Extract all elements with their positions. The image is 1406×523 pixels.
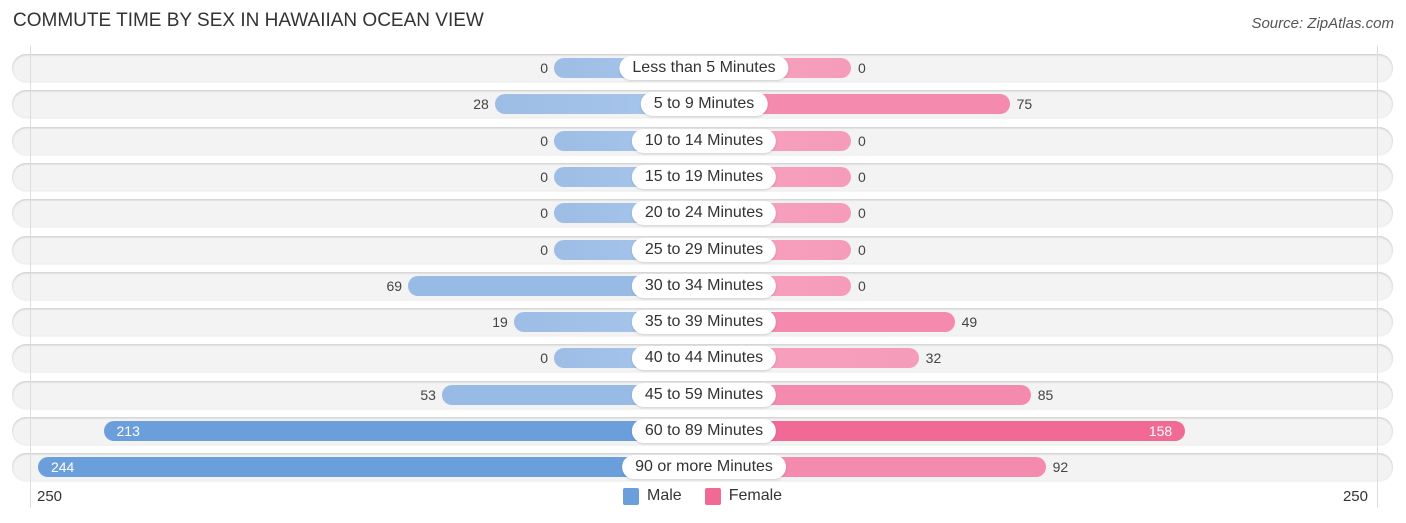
legend-label-male: Male <box>647 487 682 504</box>
bar-male <box>103 421 704 441</box>
legend-swatch-female <box>704 487 721 505</box>
legend-swatch-male <box>623 487 639 505</box>
value-label-male: 244 <box>50 459 75 476</box>
value-label-female: 0 <box>858 132 866 149</box>
value-label-male: 19 <box>492 314 508 331</box>
category-label: 15 to 19 Minutes <box>631 164 777 189</box>
value-label-male: 0 <box>540 205 548 222</box>
value-label-female: 0 <box>858 205 866 222</box>
legend-item-female: Female <box>704 487 783 505</box>
category-label: Less than 5 Minutes <box>619 56 789 80</box>
value-label-male: 0 <box>540 241 548 258</box>
value-label-male: 28 <box>473 96 489 113</box>
value-label-female: 0 <box>858 277 866 294</box>
category-label: 90 or more Minutes <box>622 455 786 480</box>
value-label-male: 213 <box>116 423 140 439</box>
legend: Male Female <box>623 487 805 505</box>
value-label-male: 53 <box>420 386 436 403</box>
value-label-female: 0 <box>858 168 866 185</box>
category-label: 60 to 89 Minutes <box>631 419 777 443</box>
category-label: 5 to 9 Minutes <box>640 92 768 117</box>
axis-label-right: 250 <box>1342 488 1368 505</box>
gridline-right <box>1377 46 1378 508</box>
value-label-female: 0 <box>858 60 866 76</box>
axis-label-left: 250 <box>37 488 63 505</box>
value-label-female: 32 <box>925 350 942 367</box>
value-label-female: 92 <box>1052 459 1069 476</box>
category-label: 35 to 39 Minutes <box>631 310 777 335</box>
value-label-male: 0 <box>540 350 548 367</box>
value-label-female: 85 <box>1037 386 1054 403</box>
category-label: 45 to 59 Minutes <box>631 382 777 407</box>
value-label-male: 0 <box>540 60 548 76</box>
value-label-male: 69 <box>386 277 403 294</box>
value-label-female: 158 <box>1148 423 1173 439</box>
bar-male <box>37 457 704 478</box>
legend-item-male: Male <box>623 487 682 505</box>
category-label: 40 to 44 Minutes <box>631 346 777 371</box>
value-label-female: 75 <box>1016 96 1033 113</box>
value-label-female: 0 <box>858 241 866 258</box>
category-label: 10 to 14 Minutes <box>631 128 777 153</box>
category-label: 25 to 29 Minutes <box>631 237 777 262</box>
legend-label-female: Female <box>728 487 783 504</box>
category-label: 20 to 24 Minutes <box>631 201 777 226</box>
category-label: 30 to 34 Minutes <box>631 273 777 298</box>
chart-title: COMMUTE TIME BY SEX IN HAWAIIAN OCEAN VI… <box>13 10 484 31</box>
value-label-male: 0 <box>540 168 548 185</box>
source-label: Source: ZipAtlas.com <box>1251 15 1394 32</box>
bar-female <box>704 421 1186 441</box>
gridline-left <box>30 46 31 508</box>
value-label-male: 0 <box>540 132 548 149</box>
value-label-female: 49 <box>961 314 978 331</box>
